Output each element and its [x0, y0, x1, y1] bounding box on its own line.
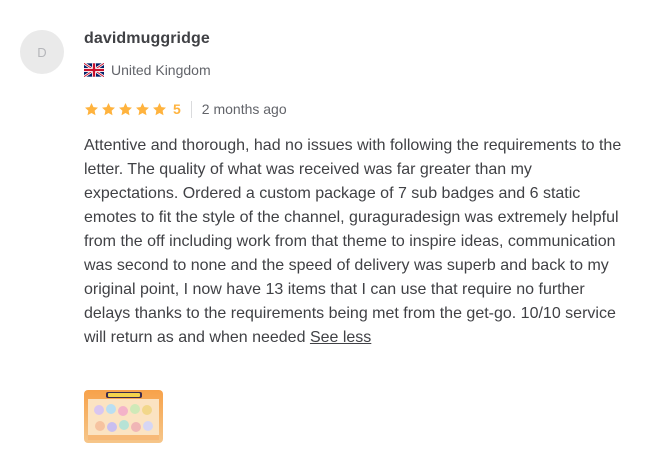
- review-card: D davidmuggridge United Kingdom 5 2 mont…: [0, 0, 664, 464]
- star-icon: [136, 102, 149, 115]
- rating-row: 5 2 months ago: [84, 100, 287, 118]
- star-icon: [85, 102, 98, 115]
- star-icon: [119, 102, 132, 115]
- rating-value: 5: [173, 101, 181, 117]
- avatar-initial: D: [37, 44, 47, 60]
- reviewer-username[interactable]: davidmuggridge: [84, 30, 210, 48]
- review-body: Attentive and thorough, had no issues wi…: [84, 134, 624, 350]
- review-text: Attentive and thorough, had no issues wi…: [84, 137, 622, 346]
- uk-flag-icon: [84, 63, 104, 77]
- divider: [190, 100, 192, 118]
- star-rating: [84, 102, 169, 117]
- review-time-ago: 2 months ago: [201, 101, 287, 117]
- avatar[interactable]: D: [20, 30, 64, 74]
- star-icon: [102, 102, 115, 115]
- attachment-thumbnail[interactable]: [84, 390, 163, 443]
- reviewer-country: United Kingdom: [84, 61, 211, 79]
- see-less-link[interactable]: See less: [310, 329, 371, 346]
- star-icon: [153, 102, 166, 115]
- country-name: United Kingdom: [111, 62, 211, 78]
- attachment-image: [84, 390, 163, 443]
